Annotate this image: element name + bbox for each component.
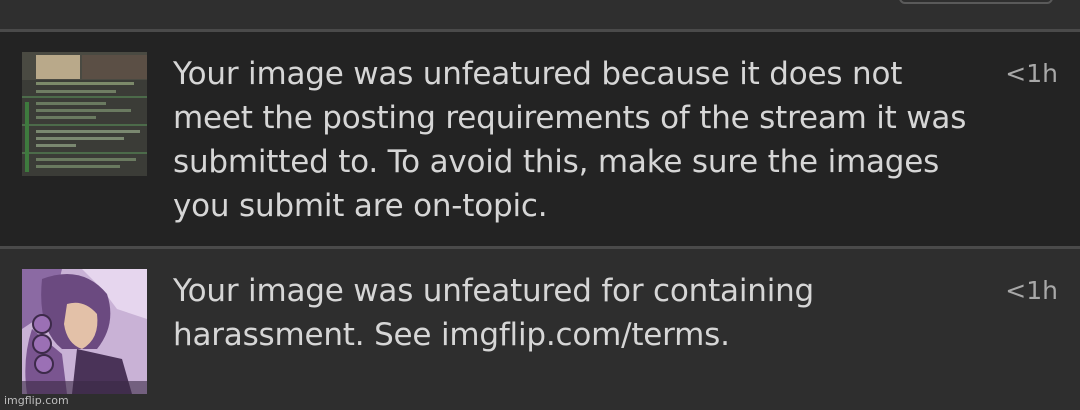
anime-character-thumbnail[interactable] — [22, 269, 147, 394]
thumbnail-image-icon — [22, 52, 147, 176]
notification-timestamp: <1h — [1005, 59, 1058, 88]
notification-message: Your image was unfeatured for containing… — [173, 273, 815, 353]
top-bar — [0, 0, 1080, 30]
notification-timestamp: <1h — [1005, 276, 1058, 305]
character-image-icon — [22, 269, 147, 394]
notification-item[interactable]: Your image was unfeatured because it doe… — [0, 32, 1080, 246]
notification-item[interactable]: Your image was unfeatured for containing… — [0, 249, 1080, 410]
watermark: imgflip.com — [4, 394, 69, 407]
top-action-button[interactable] — [899, 0, 1053, 4]
comment-screenshot-thumbnail[interactable] — [22, 52, 147, 176]
notification-message: Your image was unfeatured because it doe… — [173, 56, 967, 224]
